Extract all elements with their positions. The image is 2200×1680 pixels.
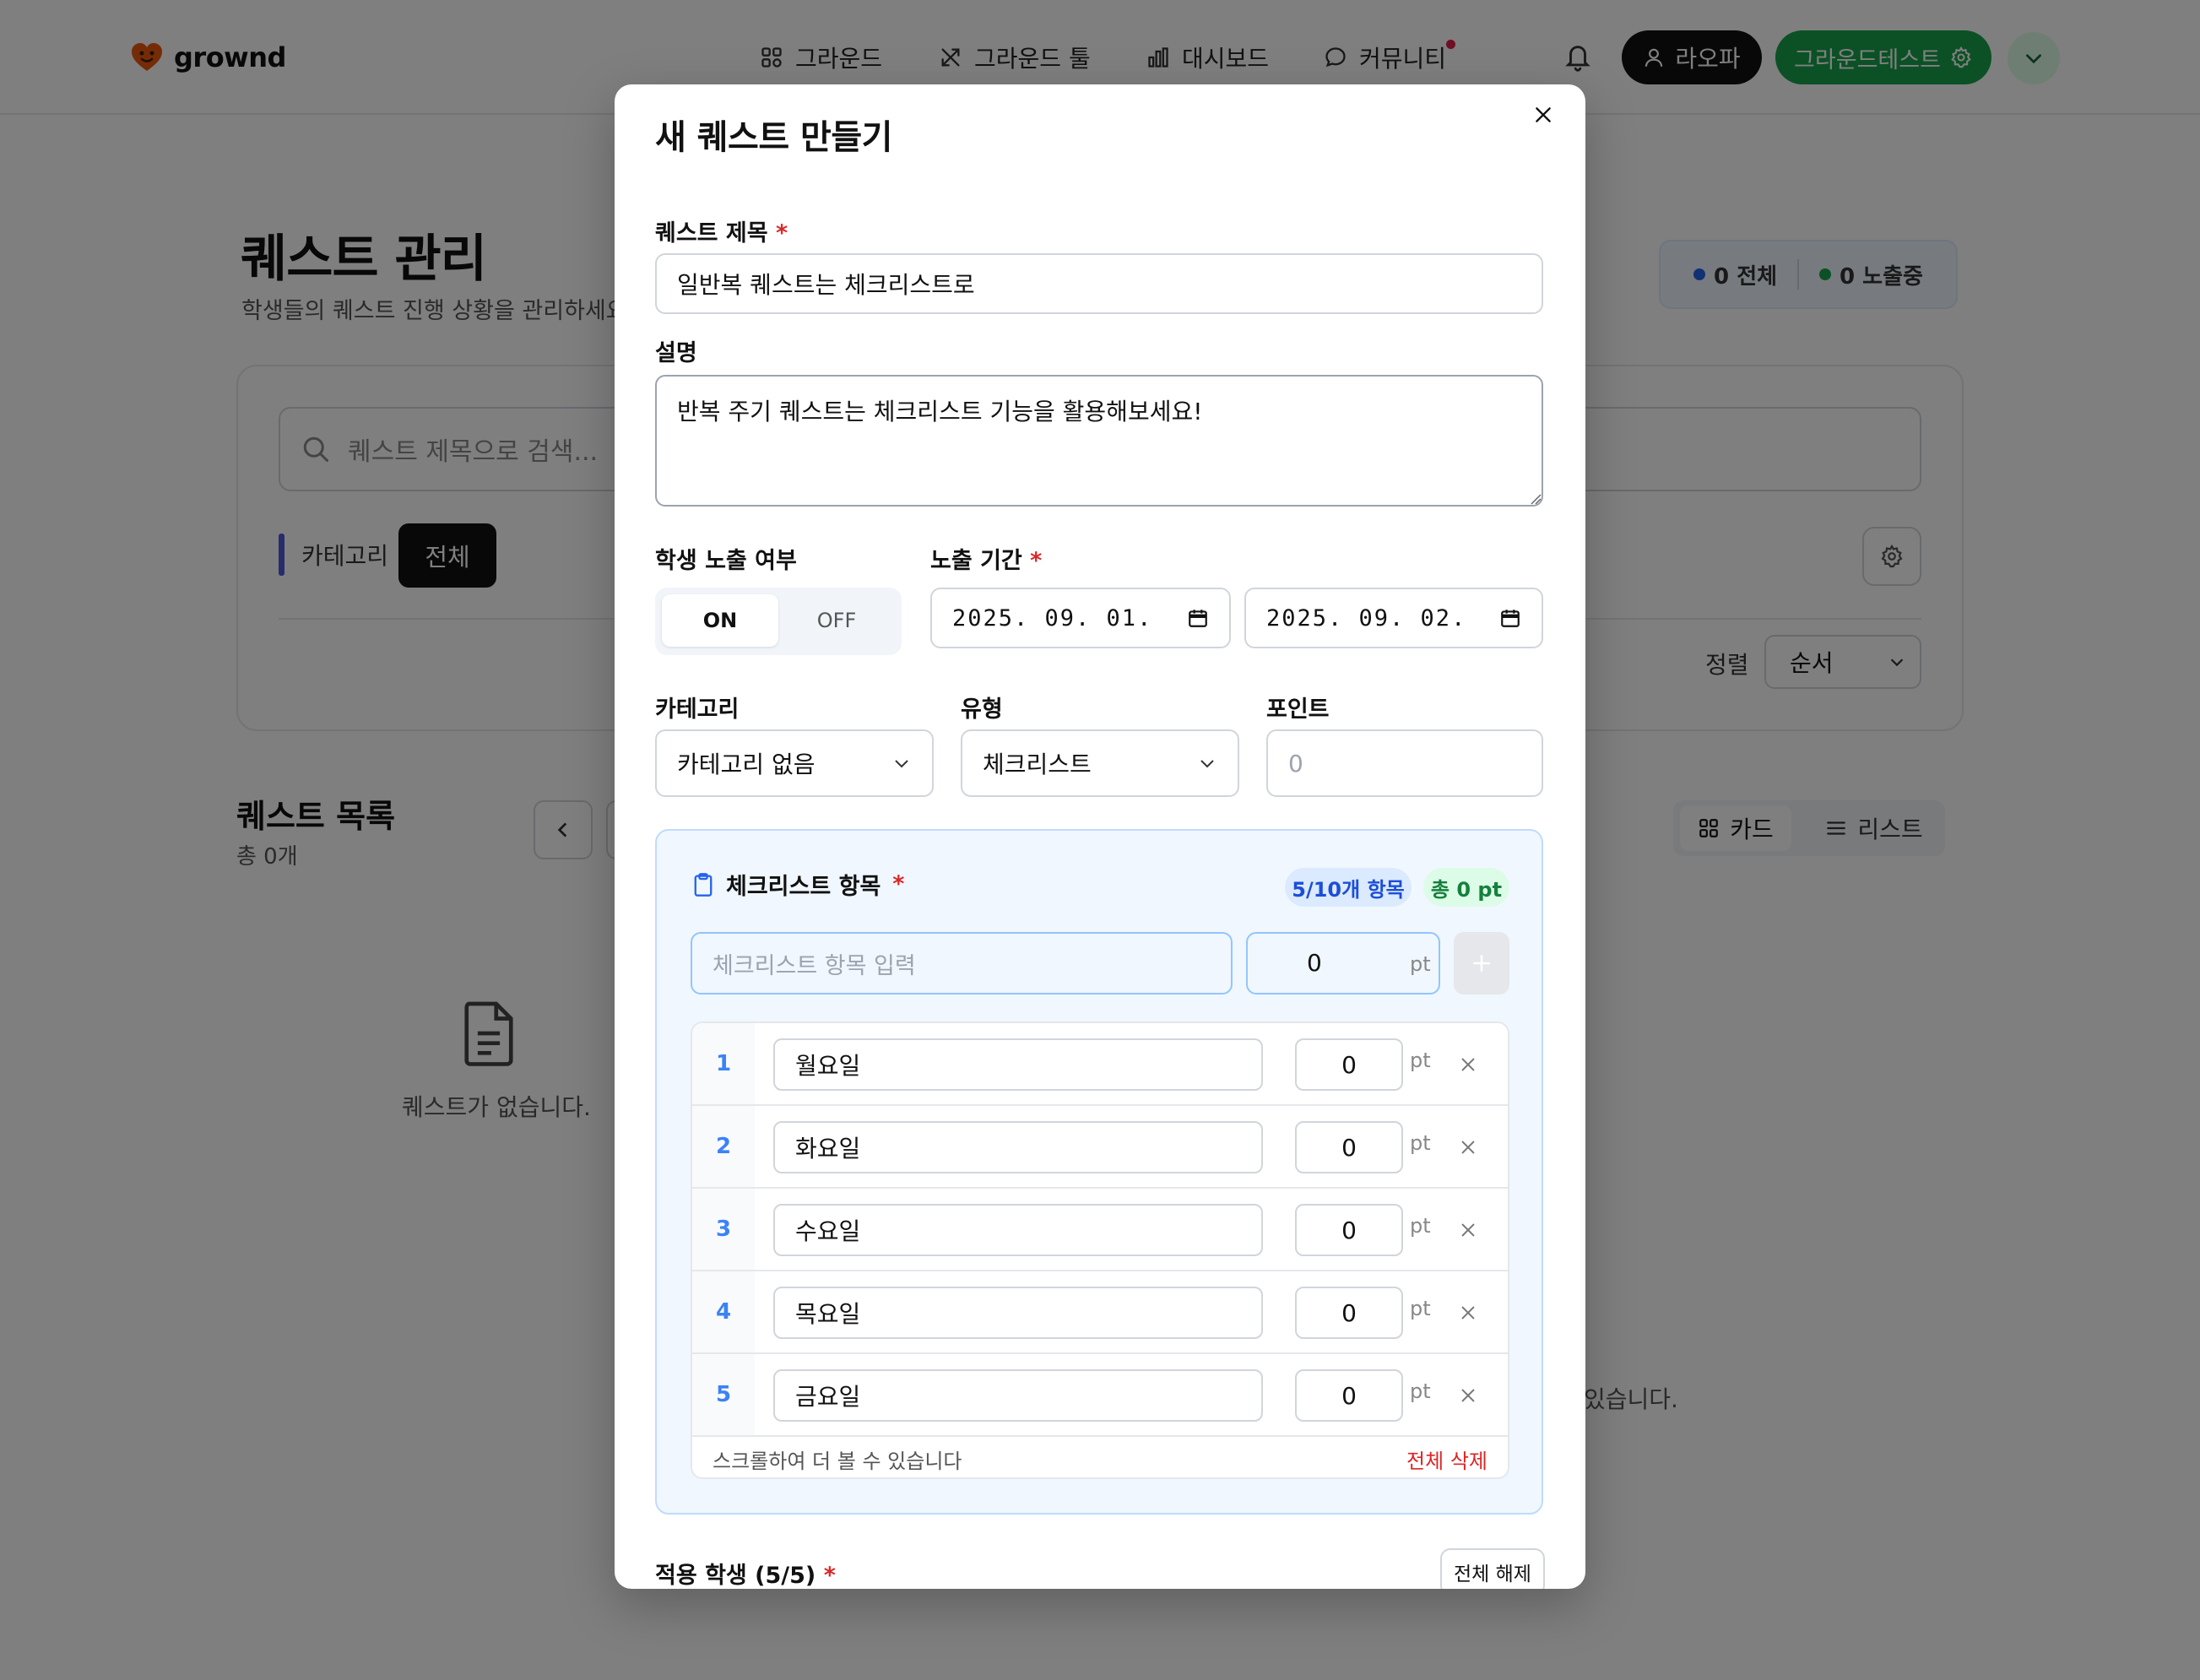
add-item-button[interactable] bbox=[1454, 932, 1509, 994]
modal-title: 새 퀘스트 만들기 bbox=[655, 118, 892, 157]
quest-title-label: 퀘스트 제목 * bbox=[655, 220, 788, 247]
close-icon bbox=[1461, 1058, 1475, 1071]
checklist-items-list[interactable]: 1 월요일 0 pt 2 화요일 0 pt 3 수요일 0 pt 4 목요일 0… bbox=[691, 1022, 1509, 1479]
point-input[interactable]: 0 bbox=[1266, 729, 1543, 797]
row-number: 1 bbox=[692, 1023, 755, 1104]
close-icon bbox=[1461, 1306, 1475, 1320]
item-point-input[interactable]: 0 bbox=[1295, 1287, 1403, 1339]
checklist-row: 1 월요일 0 pt bbox=[692, 1023, 1508, 1106]
quest-title-input[interactable]: 일반복 퀘스트는 체크리스트로 bbox=[655, 253, 1543, 314]
item-name-input[interactable]: 수요일 bbox=[773, 1204, 1263, 1256]
remove-item-button[interactable] bbox=[1452, 1379, 1484, 1412]
pt-unit: pt bbox=[1410, 1049, 1431, 1072]
category-select[interactable]: 카테고리 없음 bbox=[655, 729, 934, 797]
close-icon bbox=[1536, 107, 1551, 122]
point-label: 포인트 bbox=[1266, 696, 1330, 723]
end-date-input[interactable]: 2025. 09. 02. bbox=[1244, 588, 1543, 648]
checklist-row: 4 목요일 0 pt bbox=[692, 1271, 1508, 1354]
chevron-down-icon bbox=[895, 760, 908, 768]
remove-item-button[interactable] bbox=[1452, 1131, 1484, 1163]
pt-unit: pt bbox=[1410, 1297, 1431, 1320]
row-number: 5 bbox=[692, 1354, 755, 1435]
expose-label: 학생 노출 여부 bbox=[655, 548, 797, 574]
row-number: 4 bbox=[692, 1271, 755, 1352]
clipboard-icon bbox=[694, 872, 713, 897]
type-select[interactable]: 체크리스트 bbox=[961, 729, 1239, 797]
close-icon bbox=[1461, 1223, 1475, 1237]
pt-unit: pt bbox=[1410, 1214, 1431, 1238]
create-quest-modal: 새 퀘스트 만들기 퀘스트 제목 * 일반복 퀘스트는 체크리스트로 설명 반복… bbox=[615, 84, 1585, 1589]
calendar-icon bbox=[1189, 610, 1207, 627]
description-label: 설명 bbox=[655, 340, 697, 366]
clear-all-button[interactable]: 전체 삭제 bbox=[1406, 1444, 1487, 1474]
expose-toggle: ON OFF bbox=[655, 588, 902, 655]
row-number: 3 bbox=[692, 1189, 755, 1270]
remove-item-button[interactable] bbox=[1452, 1214, 1484, 1246]
item-count-badge: 5/10개 항목 bbox=[1285, 868, 1412, 907]
checklist-footer: 스크롤하여 더 볼 수 있습니다 전체 삭제 bbox=[692, 1437, 1508, 1477]
item-name-input[interactable]: 화요일 bbox=[773, 1121, 1263, 1173]
checklist-item-input[interactable]: 체크리스트 항목 입력 bbox=[691, 932, 1233, 994]
description-textarea[interactable]: 반복 주기 퀘스트는 체크리스트 기능을 활용해보세요! bbox=[655, 375, 1543, 507]
item-point-input[interactable]: 0 bbox=[1295, 1121, 1403, 1173]
remove-item-button[interactable] bbox=[1452, 1049, 1484, 1081]
checklist-row: 3 수요일 0 pt bbox=[692, 1189, 1508, 1271]
item-name-input[interactable]: 월요일 bbox=[773, 1038, 1263, 1091]
plus-icon bbox=[1473, 955, 1490, 972]
total-points-badge: 총 0 pt bbox=[1423, 868, 1509, 907]
checklist-title: 체크리스트 항목 * bbox=[692, 868, 904, 901]
toggle-on[interactable]: ON bbox=[662, 594, 778, 647]
close-button[interactable] bbox=[1525, 96, 1562, 133]
checklist-panel: 체크리스트 항목 * 5/10개 항목 총 0 pt 체크리스트 항목 입력 0… bbox=[655, 829, 1543, 1515]
scroll-hint: 스크롤하여 더 볼 수 있습니다 bbox=[713, 1449, 962, 1473]
row-number: 2 bbox=[692, 1106, 755, 1187]
resize-handle[interactable] bbox=[1530, 493, 1542, 505]
toggle-off[interactable]: OFF bbox=[778, 594, 895, 647]
item-point-input[interactable]: 0 bbox=[1295, 1204, 1403, 1256]
item-name-input[interactable]: 금요일 bbox=[773, 1369, 1263, 1422]
item-name-input[interactable]: 목요일 bbox=[773, 1287, 1263, 1339]
start-date-input[interactable]: 2025. 09. 01. bbox=[930, 588, 1231, 648]
category-label: 카테고리 bbox=[655, 696, 740, 723]
item-point-input[interactable]: 0 bbox=[1295, 1038, 1403, 1091]
checklist-row: 5 금요일 0 pt bbox=[692, 1354, 1508, 1437]
pt-unit: pt bbox=[1410, 1131, 1431, 1155]
type-label: 유형 bbox=[961, 696, 1003, 723]
period-label: 노출 기간 * bbox=[930, 548, 1043, 574]
remove-item-button[interactable] bbox=[1452, 1297, 1484, 1329]
students-label: 적용 학생 (5/5) * bbox=[655, 1563, 836, 1589]
item-point-input[interactable]: 0 bbox=[1295, 1369, 1403, 1422]
close-icon bbox=[1461, 1389, 1475, 1402]
calendar-icon bbox=[1501, 610, 1520, 627]
close-icon bbox=[1461, 1141, 1475, 1154]
deselect-all-button[interactable]: 전체 해제 bbox=[1440, 1548, 1545, 1589]
checklist-point-input[interactable]: 0 pt bbox=[1246, 932, 1440, 994]
pt-unit: pt bbox=[1410, 1379, 1431, 1403]
chevron-down-icon bbox=[1200, 760, 1214, 768]
checklist-row: 2 화요일 0 pt bbox=[692, 1106, 1508, 1189]
